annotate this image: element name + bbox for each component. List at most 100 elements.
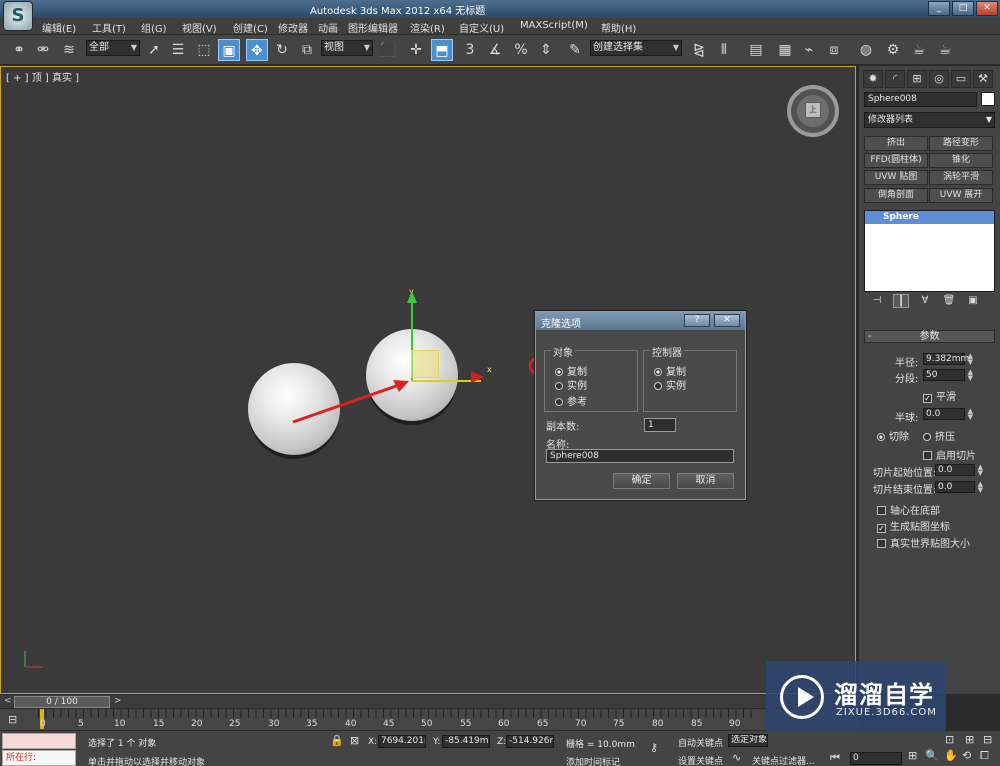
modifier-button-uvw-map[interactable]: UVW 贴图 [864, 170, 928, 185]
copies-spinner[interactable]: 1 [644, 418, 676, 432]
key-filters-button[interactable]: 关键点过滤器... [752, 754, 815, 766]
pan-icon[interactable]: ✋ [944, 749, 958, 762]
schematic-view-icon[interactable]: ⧈ [823, 39, 845, 61]
menu-modifiers[interactable]: 修改器 [278, 20, 308, 35]
modifier-button-path-deform[interactable]: 路径变形 [929, 136, 993, 151]
track-bar[interactable]: ⊟ 0 5 10 15 20 25 30 35 40 45 50 55 60 6… [0, 708, 858, 730]
select-object-icon[interactable]: ➚ [143, 39, 165, 61]
base-to-pivot-checkbox[interactable]: 轴心在底部 [877, 502, 940, 517]
z-coordinate-field[interactable]: -514.926m [506, 735, 554, 748]
select-and-scale-icon[interactable]: ⧉ [296, 39, 318, 61]
slice-to-spinner[interactable]: 0.0 ▲ ▼ [935, 481, 983, 494]
checkbox-icon[interactable] [877, 539, 886, 548]
key-mode-icon[interactable]: ∿ [732, 751, 741, 764]
radio-object-reference[interactable]: 参考 [555, 393, 587, 408]
object-name-field[interactable]: Sphere008 [864, 92, 977, 107]
radio-controller-instance[interactable]: 实例 [654, 377, 686, 392]
checkbox-checked-icon[interactable]: ✓ [923, 394, 932, 403]
modifier-button-turbosmooth[interactable]: 涡轮平滑 [929, 170, 993, 185]
app-menu-button[interactable]: S [3, 1, 33, 31]
modifier-list-dropdown[interactable]: 修改器列表 ▼ [864, 112, 995, 128]
select-and-move-icon[interactable]: ✥ [246, 39, 268, 61]
named-selection-dropdown[interactable]: 创建选择集 ▼ [590, 40, 682, 56]
hemisphere-spinner[interactable]: 0.0 ▲ ▼ [923, 408, 973, 421]
pin-stack-icon[interactable]: ⊣ [869, 294, 885, 308]
current-frame-field[interactable]: 0 [850, 752, 902, 765]
object-color-swatch[interactable] [981, 92, 995, 106]
checkbox-icon[interactable] [877, 506, 886, 515]
auto-key-button[interactable]: 自动关键点 [678, 736, 723, 749]
zoom-extents-icon[interactable]: ⊡ [945, 733, 954, 746]
angle-snap-icon[interactable]: ∡ [484, 39, 506, 61]
menu-customize[interactable]: 自定义(U) [459, 20, 504, 35]
spinner-snap-icon[interactable]: ⇕ [535, 39, 557, 61]
set-key-button[interactable]: 设置关键点 [678, 754, 723, 766]
manipulate-icon[interactable]: ✛ [405, 39, 427, 61]
rectangular-selection-icon[interactable]: ⬚ [193, 39, 215, 61]
key-icon[interactable]: ⚷ [650, 741, 658, 754]
mini-curve-editor-icon[interactable]: ⊟ [8, 713, 17, 726]
menu-help[interactable]: 帮助(H) [601, 20, 636, 35]
radio-selected-icon[interactable] [555, 368, 563, 376]
curve-editor-icon[interactable]: ⌁ [798, 39, 820, 61]
segments-spinner[interactable]: 50 ▲ ▼ [923, 369, 973, 382]
render-setup-icon[interactable]: ⚙ [882, 39, 904, 61]
keyboard-shortcut-override-icon[interactable]: ⬒ [431, 39, 453, 61]
radius-spinner[interactable]: 9.382mm ▲ ▼ [923, 353, 973, 366]
radio-icon[interactable] [555, 382, 563, 390]
hierarchy-tab-icon[interactable]: ⊞ [907, 70, 927, 88]
motion-tab-icon[interactable]: ◎ [929, 70, 949, 88]
align-icon[interactable]: ⫴ [713, 39, 735, 61]
remove-modifier-icon[interactable]: 🗑 [941, 294, 957, 308]
name-input[interactable]: Sphere008 [546, 449, 734, 463]
menu-create[interactable]: 创建(C) [233, 20, 268, 35]
zoom-all-icon[interactable]: ⊟ [983, 733, 992, 746]
spinner-arrows-icon[interactable]: ▲ ▼ [968, 369, 973, 382]
selected-object-dropdown[interactable]: 选定对象 [728, 734, 768, 747]
make-unique-icon[interactable]: ∀ [917, 294, 933, 308]
radio-icon[interactable] [923, 433, 931, 441]
slice-on-checkbox[interactable]: 启用切片 [923, 447, 976, 462]
menu-tools[interactable]: 工具(T) [92, 20, 126, 35]
menu-group[interactable]: 组(G) [141, 20, 167, 35]
absolute-mode-icon[interactable]: ⊠ [350, 734, 359, 747]
radio-icon[interactable] [555, 398, 563, 406]
modifier-button-taper[interactable]: 锥化 [929, 153, 993, 168]
cancel-button[interactable]: 取消 [677, 473, 734, 489]
zoom-extents-all-icon[interactable]: ⊞ [965, 733, 974, 746]
mirror-icon[interactable]: ⧎ [688, 39, 710, 61]
time-slider-prev-icon[interactable]: < [4, 696, 12, 706]
stack-item-sphere[interactable]: Sphere [865, 211, 994, 224]
menu-edit[interactable]: 编辑(E) [42, 20, 76, 35]
radio-object-copy[interactable]: 复制 [555, 363, 587, 378]
snaps-toggle-icon[interactable]: 3 [459, 39, 481, 61]
time-config-icon[interactable]: ⊞ [908, 749, 917, 762]
goto-start-icon[interactable]: ⏮ [830, 751, 840, 765]
menu-maxscript[interactable]: MAXScript(M) [520, 20, 588, 31]
layer-manager-icon[interactable]: ▤ [745, 39, 767, 61]
minimize-button[interactable]: _ [928, 1, 950, 16]
utilities-tab-icon[interactable]: ⚒ [973, 70, 993, 88]
help-button[interactable]: ? [684, 314, 710, 327]
select-and-rotate-icon[interactable]: ↻ [271, 39, 293, 61]
add-time-tag[interactable]: 添加时间标记 [566, 755, 620, 766]
x-coordinate-field[interactable]: 7694.201m [378, 735, 426, 748]
menu-animation[interactable]: 动画 [318, 20, 338, 35]
edit-named-selection-icon[interactable]: ✎ [564, 39, 586, 61]
close-window-button[interactable]: ✕ [976, 1, 998, 16]
maximize-viewport-icon[interactable]: ⧠ [980, 749, 989, 763]
ok-button[interactable]: 确定 [613, 473, 670, 489]
modifier-button-ffd-cyl[interactable]: FFD(圆柱体) [864, 153, 928, 168]
radio-object-instance[interactable]: 实例 [555, 377, 587, 392]
rollout-header[interactable]: - 参数 [864, 330, 995, 343]
modify-tab-icon[interactable]: ◜ [885, 70, 905, 88]
create-tab-icon[interactable]: ✸ [863, 70, 883, 88]
gen-map-coords-checkbox[interactable]: ✓ 生成贴图坐标 [877, 518, 950, 533]
modifier-button-unwrap-uvw[interactable]: UVW 展开 [929, 188, 993, 203]
spinner-arrows-icon[interactable]: ▲ ▼ [968, 408, 973, 421]
spinner-arrows-icon[interactable]: ▲ ▼ [978, 464, 983, 477]
modifier-button-bevel-profile[interactable]: 倒角剖面 [864, 188, 928, 203]
radio-selected-icon[interactable] [654, 368, 662, 376]
radio-chop[interactable]: 切除 [877, 428, 909, 443]
time-slider-next-icon[interactable]: > [114, 696, 122, 706]
